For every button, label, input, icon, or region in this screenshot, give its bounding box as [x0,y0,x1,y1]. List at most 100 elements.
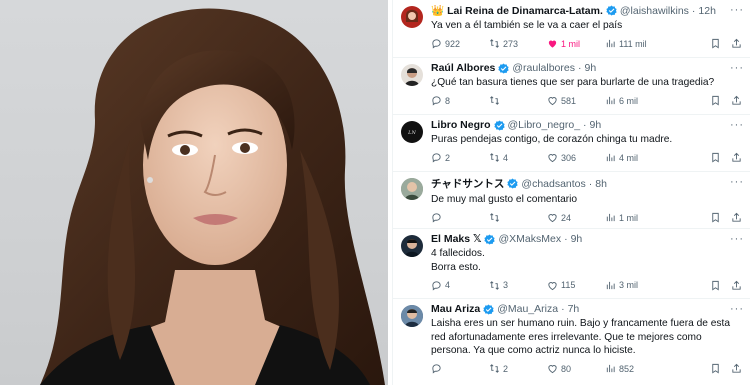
retweet-button[interactable]: 3 [489,280,547,291]
avatar[interactable]: LN [401,121,423,143]
retweet-icon [490,280,499,290]
reply-button[interactable]: 8 [431,95,489,106]
retweet-button[interactable]: 273 [489,38,547,49]
bookmark-icon[interactable] [710,280,721,291]
svg-text:LN: LN [407,130,416,136]
tweet[interactable]: Mau Ariza @Mau_Ariza · 7h ··· Laisha ere… [393,299,750,385]
retweet-icon [490,39,499,48]
more-icon[interactable]: ··· [730,4,744,16]
share-icon[interactable] [731,363,742,374]
reply-icon [432,39,441,49]
tweet-header: チャドサントス @chadsantos · 8h [431,176,744,191]
author-name[interactable]: Raúl Albores [431,62,495,74]
tweet[interactable]: El Maks 𝕏 @XMaksMex · 9h ··· 4 fallecido… [393,229,750,299]
more-icon[interactable]: ··· [730,303,744,315]
tweet-text: Puras pendejas contigo, de corazón ching… [431,134,673,145]
avatar[interactable] [401,178,423,200]
views-button[interactable]: 111 mil [605,38,663,49]
views-icon [606,364,615,373]
like-icon [548,97,557,106]
views-button[interactable]: 4 mil [605,152,663,163]
author-name[interactable]: Mau Ariza [431,303,480,315]
avatar[interactable] [401,305,423,327]
tweet-text: Ya ven a él también se le va a caer el p… [431,20,623,31]
author-handle[interactable]: @raulalbores [512,62,575,74]
share-icon[interactable] [731,38,742,49]
bookmark-icon[interactable] [710,95,721,106]
reply-button[interactable]: 4 [431,280,489,291]
author-handle[interactable]: @Mau_Ariza [497,303,558,315]
tweet-text: 4 fallecidos. Borra esto. [431,248,485,273]
views-button[interactable]: 3 mil [605,280,663,291]
share-icon[interactable] [731,280,742,291]
author-handle[interactable]: @chadsantos [521,178,585,190]
reply-button[interactable]: 2 [431,152,489,163]
retweet-icon [490,96,499,105]
tweet-actions: 2 4 306 4 mil [431,150,744,166]
retweet-button[interactable] [489,212,547,223]
verified-icon [507,178,519,189]
like-button[interactable]: 1 mil [547,38,605,49]
share-icon[interactable] [731,95,742,106]
reply-button[interactable]: 922 [431,38,489,49]
more-icon[interactable]: ··· [730,176,744,188]
like-button[interactable]: 581 [547,95,605,106]
reply-button[interactable] [431,212,489,223]
timestamp[interactable]: 7h [568,303,580,315]
bookmark-icon[interactable] [710,363,721,374]
tweet[interactable]: 👑 Lai Reina de Dinamarca-Latam. @laishaw… [393,0,750,58]
avatar[interactable] [401,235,423,257]
reply-icon [432,364,441,374]
views-button[interactable]: 6 mil [605,95,663,106]
timestamp[interactable]: 9h [571,233,583,245]
more-icon[interactable]: ··· [730,233,744,245]
retweet-icon [490,213,499,222]
tweet[interactable]: Raúl Albores @raulalbores · 9h ··· ¿Qué … [393,58,750,115]
tweet-actions: 4 3 115 3 mil [431,277,744,293]
share-icon[interactable] [731,152,742,163]
timestamp[interactable]: 12h [698,5,716,17]
views-count: 111 mil [619,38,647,49]
bookmark-icon[interactable] [710,212,721,223]
tweet[interactable]: チャドサントス @chadsantos · 8h ··· De muy mal … [393,172,750,229]
author-name[interactable]: El Maks 𝕏 [431,233,481,245]
author-name[interactable]: チャドサントス [431,176,504,191]
views-button[interactable]: 1 mil [605,212,663,223]
views-icon [606,153,615,162]
like-button[interactable]: 115 [547,280,605,291]
retweet-button[interactable]: 4 [489,152,547,163]
timestamp[interactable]: 9h [584,62,596,74]
tweet-header: El Maks 𝕏 @XMaksMex · 9h [431,233,744,245]
separator: · [577,62,582,74]
timestamp[interactable]: 8h [595,178,607,190]
avatar[interactable] [401,6,423,28]
verified-icon [483,303,494,315]
separator: · [561,303,565,315]
more-icon[interactable]: ··· [730,119,744,131]
reply-button[interactable] [431,363,489,374]
more-icon[interactable]: ··· [730,62,744,74]
author-handle[interactable]: @laishawilkins [620,5,689,17]
author-name[interactable]: Libro Negro [431,119,491,131]
like-button[interactable]: 306 [547,152,605,163]
like-button[interactable]: 24 [547,212,605,223]
timestamp[interactable]: 9h [590,119,602,131]
author-handle[interactable]: @Libro_negro_ [508,119,581,131]
author-handle[interactable]: @XMaksMex [498,233,561,245]
retweet-button[interactable]: 2 [489,363,547,374]
retweet-button[interactable] [489,95,547,106]
share-icon[interactable] [731,212,742,223]
tweet[interactable]: LN Libro Negro @Libro_negro_ · 9h ··· Pu… [393,115,750,172]
like-icon [548,214,557,223]
like-count: 581 [561,95,577,106]
bookmark-icon[interactable] [710,38,721,49]
bookmark-icon[interactable] [710,152,721,163]
reply-count: 8 [445,95,451,106]
retweet-icon [490,364,499,373]
like-button[interactable]: 80 [547,363,605,374]
author-name[interactable]: Lai Reina de Dinamarca-Latam. [447,5,603,17]
views-count: 3 mil [619,280,639,290]
views-button[interactable]: 852 [605,363,663,374]
reply-icon [432,280,441,291]
avatar[interactable] [401,64,423,86]
